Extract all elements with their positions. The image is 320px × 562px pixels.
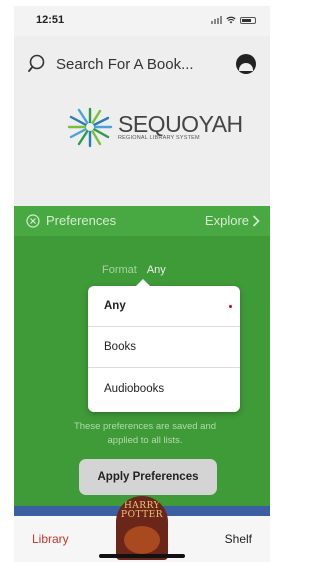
tab-library[interactable]: Library (32, 532, 69, 546)
library-logo: SEQUOYAH REGIONAL LIBRARY SYSTEM (66, 106, 243, 148)
home-indicator (99, 554, 185, 558)
status-bar: 12:51 (14, 6, 270, 36)
dropdown-option-any[interactable]: Any (88, 286, 240, 327)
dropdown-option-books[interactable]: Books (88, 327, 240, 368)
search-bar[interactable]: Search For A Book... (28, 54, 194, 74)
battery-icon (240, 16, 256, 24)
explore-link[interactable]: Explore (205, 213, 260, 228)
close-circle-icon[interactable] (26, 213, 40, 228)
now-reading-cover[interactable]: HARRY POTTER (116, 496, 168, 560)
status-time: 12:51 (36, 14, 65, 26)
format-label: Format (102, 264, 137, 276)
logo-sub-text: REGIONAL LIBRARY SYSTEM (118, 134, 200, 141)
note-line-1: These preferences are saved and (73, 421, 217, 432)
explore-label: Explore (204, 213, 249, 228)
logo-burst-icon (67, 107, 113, 148)
header: Search For A Book... SEQUOYAH REGIONAL L… (14, 36, 270, 206)
cover-title: HARRY POTTER (121, 502, 163, 520)
logo-main-text: SEQUOYAH (118, 110, 243, 137)
search-icon (28, 54, 45, 72)
tab-shelf[interactable]: Shelf (225, 532, 252, 546)
format-value[interactable]: Any (147, 264, 166, 276)
cover-art (124, 526, 160, 554)
note-line-2: applied to all lists. (107, 435, 183, 446)
wifi-icon (226, 16, 236, 24)
chevron-right-icon (252, 214, 260, 227)
profile-icon[interactable] (236, 54, 256, 74)
status-icons (211, 16, 256, 24)
option-label: Books (104, 341, 136, 353)
search-input[interactable]: Search For A Book... (56, 56, 194, 73)
dropdown-option-audiobooks[interactable]: Audiobooks (88, 368, 240, 409)
logo-text: SEQUOYAH REGIONAL LIBRARY SYSTEM (118, 110, 243, 142)
format-row[interactable]: Format Any (102, 264, 166, 276)
app-screen: 12:51 Search For A Book... SEQUOYAH REGI… (14, 6, 270, 562)
selected-indicator (229, 305, 232, 308)
option-label: Any (104, 300, 126, 312)
preferences-toggle[interactable]: Preferences (26, 213, 116, 228)
preferences-bar: Preferences Explore (14, 206, 270, 236)
preferences-note: These preferences are saved and applied … (52, 420, 238, 448)
signal-icon (211, 16, 222, 24)
cover-title-line2: POTTER (121, 510, 163, 520)
apply-preferences-button[interactable]: Apply Preferences (79, 459, 217, 495)
preferences-title: Preferences (46, 213, 117, 228)
format-dropdown: Any Books Audiobooks (88, 279, 240, 412)
option-label: Audiobooks (104, 382, 165, 395)
